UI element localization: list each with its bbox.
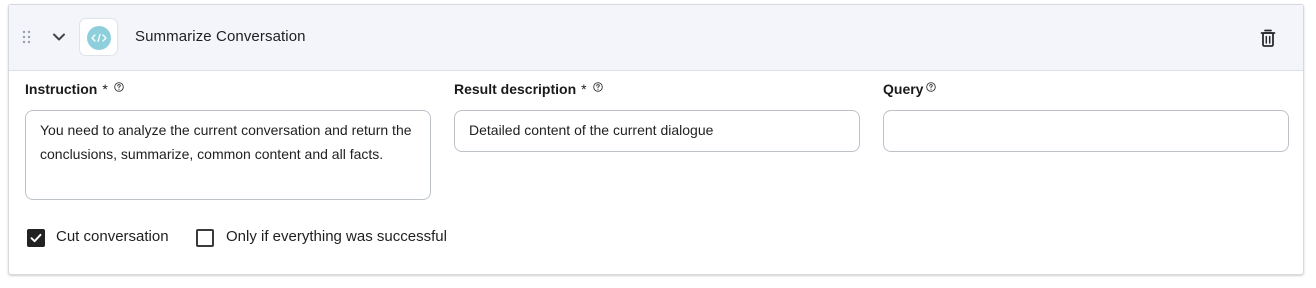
result-description-input[interactable]: Detailed content of the current dialogue	[454, 110, 860, 152]
help-icon[interactable]	[592, 82, 603, 92]
required-marker: *	[102, 81, 108, 97]
instruction-textarea[interactable]: You need to analyze the current conversa…	[25, 110, 431, 200]
step-type-badge	[79, 18, 118, 56]
code-icon	[87, 26, 111, 50]
cut-conversation-checkbox[interactable]	[27, 229, 45, 247]
help-icon[interactable]	[114, 82, 124, 92]
only-if-successful-label[interactable]: Only if everything was successful	[226, 228, 447, 245]
result-description-label: Result description *	[454, 81, 603, 97]
help-icon[interactable]	[926, 82, 937, 92]
query-label-text: Query	[883, 81, 924, 97]
step-title: Summarize Conversation	[135, 28, 306, 45]
instruction-label: Instruction *	[25, 81, 124, 97]
result-description-label-text: Result description	[454, 81, 577, 97]
cut-conversation-label[interactable]: Cut conversation	[56, 228, 169, 245]
step-header: Summarize Conversation	[9, 5, 1303, 71]
drag-handle-icon[interactable]	[22, 30, 32, 44]
trash-icon[interactable]	[1259, 28, 1277, 48]
step-card: Summarize Conversation Instruction * You …	[8, 4, 1304, 275]
chevron-down-icon[interactable]	[51, 29, 67, 45]
check-icon	[30, 233, 42, 243]
query-label: Query	[883, 81, 937, 97]
instruction-label-text: Instruction	[25, 81, 98, 97]
query-input[interactable]	[883, 110, 1289, 152]
required-marker: *	[581, 81, 587, 97]
only-if-successful-checkbox[interactable]	[196, 229, 214, 247]
